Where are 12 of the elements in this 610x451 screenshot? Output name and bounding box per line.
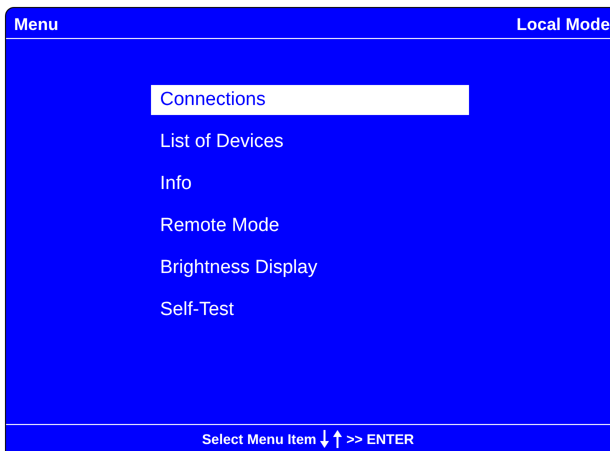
menu-item[interactable]: Brightness Display	[151, 253, 469, 283]
menu-title: Menu	[14, 14, 58, 35]
up-arrow-icon	[333, 430, 342, 448]
menu-item[interactable]: Connections	[151, 85, 469, 115]
menu-item[interactable]: List of Devices	[151, 127, 469, 157]
menu-item[interactable]: Info	[151, 169, 469, 199]
menu-item[interactable]: Self-Test	[151, 295, 469, 325]
footer-hint: Select Menu Item	[202, 431, 316, 447]
menu-item[interactable]: Remote Mode	[151, 211, 469, 241]
down-arrow-icon	[320, 430, 330, 448]
footer-action: >> ENTER	[346, 431, 414, 447]
mode-label: Local Mode	[516, 14, 610, 35]
